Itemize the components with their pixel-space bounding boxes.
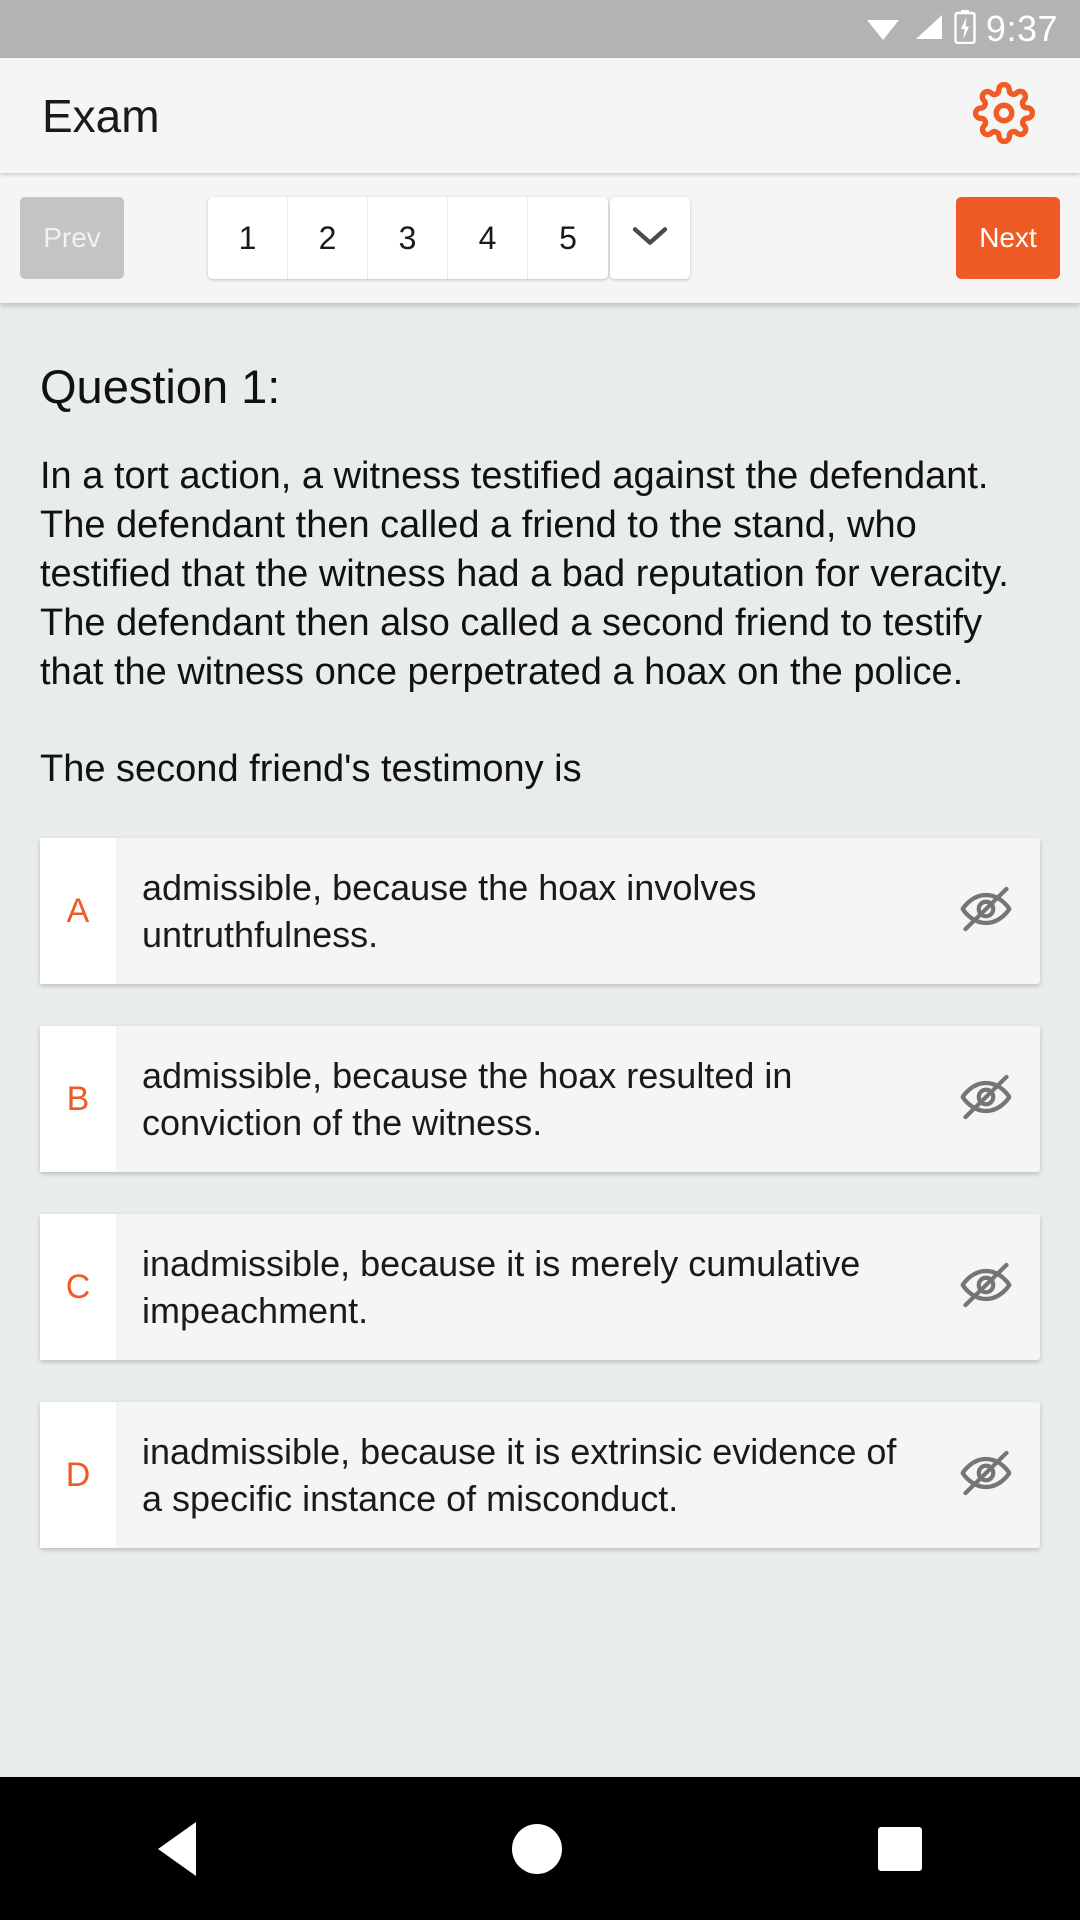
question-content: Question 1: In a tort action, a witness … bbox=[0, 303, 1080, 1920]
page-number-group: 1 2 3 4 5 bbox=[208, 197, 608, 279]
answer-options-list: A admissible, because the hoax involves … bbox=[40, 838, 1040, 1548]
status-bar-clock: 9:37 bbox=[985, 8, 1058, 49]
battery-charging-icon bbox=[954, 9, 976, 49]
hide-option-button[interactable] bbox=[932, 1214, 1040, 1360]
question-heading: Question 1: bbox=[40, 360, 281, 413]
option-text: admissible, because the hoax resulted in… bbox=[142, 1055, 793, 1143]
cellular-signal-icon bbox=[911, 12, 945, 47]
page-button-2[interactable]: 2 bbox=[288, 197, 368, 279]
page-dropdown-button[interactable] bbox=[610, 197, 690, 279]
back-triangle-icon[interactable] bbox=[158, 1821, 196, 1876]
answer-option-d[interactable]: D inadmissible, because it is extrinsic … bbox=[40, 1402, 1040, 1548]
page-button-5[interactable]: 5 bbox=[528, 197, 608, 279]
app-bar: Exam bbox=[0, 58, 1080, 173]
hide-option-button[interactable] bbox=[932, 838, 1040, 984]
chevron-down-icon bbox=[630, 223, 670, 254]
eye-slash-icon bbox=[958, 1445, 1014, 1506]
answer-option-c[interactable]: C inadmissible, because it is merely cum… bbox=[40, 1214, 1040, 1360]
settings-button[interactable] bbox=[966, 78, 1042, 154]
recents-square-icon[interactable] bbox=[878, 1826, 922, 1871]
eye-slash-icon bbox=[958, 1257, 1014, 1318]
eye-slash-icon bbox=[958, 1069, 1014, 1130]
answer-option-a[interactable]: A admissible, because the hoax involves … bbox=[40, 838, 1040, 984]
gear-icon bbox=[972, 81, 1036, 149]
status-icons bbox=[864, 9, 976, 49]
page-button-4[interactable]: 4 bbox=[448, 197, 528, 279]
option-letter: B bbox=[40, 1026, 116, 1172]
status-bar: 9:37 bbox=[0, 0, 1080, 58]
question-navigation-bar: Prev 1 2 3 4 5 Next bbox=[0, 173, 1080, 303]
hide-option-button[interactable] bbox=[932, 1402, 1040, 1548]
page-button-3[interactable]: 3 bbox=[368, 197, 448, 279]
question-prompt: The second friend's testimony is bbox=[40, 748, 582, 790]
option-text: admissible, because the hoax involves un… bbox=[142, 867, 757, 955]
option-letter: A bbox=[40, 838, 116, 984]
option-letter: D bbox=[40, 1402, 116, 1548]
page-button-1[interactable]: 1 bbox=[208, 197, 288, 279]
home-circle-icon[interactable] bbox=[512, 1823, 562, 1874]
option-letter: C bbox=[40, 1214, 116, 1360]
hide-option-button[interactable] bbox=[932, 1026, 1040, 1172]
eye-slash-icon bbox=[958, 881, 1014, 942]
answer-option-b[interactable]: B admissible, because the hoax resulted … bbox=[40, 1026, 1040, 1172]
option-text: inadmissible, because it is merely cumul… bbox=[142, 1243, 861, 1331]
question-body: In a tort action, a witness testified ag… bbox=[40, 455, 1009, 693]
page-title: Exam bbox=[42, 89, 160, 142]
option-text: inadmissible, because it is extrinsic ev… bbox=[142, 1431, 897, 1519]
system-navigation-bar bbox=[0, 1777, 1080, 1920]
prev-button[interactable]: Prev bbox=[20, 197, 124, 279]
next-button[interactable]: Next bbox=[956, 197, 1060, 279]
wifi-icon bbox=[864, 12, 902, 47]
app-screen: 9:37 Exam Prev 1 2 3 4 5 Next Question 1… bbox=[0, 0, 1080, 1920]
